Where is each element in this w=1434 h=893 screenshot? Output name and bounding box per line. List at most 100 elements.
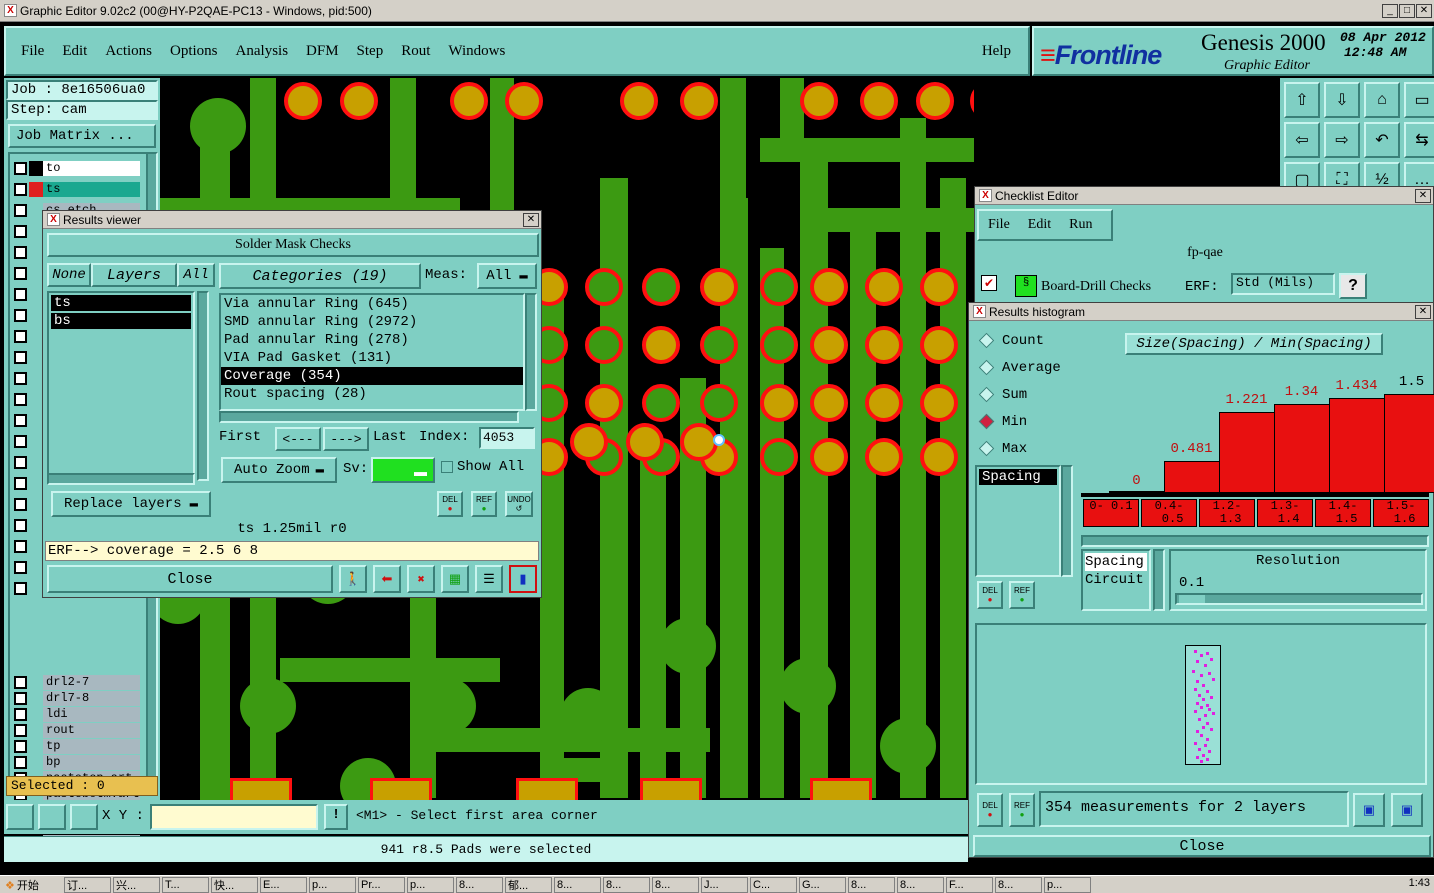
home-icon[interactable]: ⌂ xyxy=(1364,82,1400,118)
meas-dropdown[interactable]: All ▬ xyxy=(477,263,537,289)
index-input[interactable]: 4053 xyxy=(479,427,535,449)
notes-icon[interactable]: ☰ xyxy=(475,565,503,593)
layer-name[interactable]: drl2-7 xyxy=(43,674,140,690)
layer-checkbox[interactable] xyxy=(14,518,27,532)
layer-checkbox[interactable] xyxy=(14,224,27,238)
bottom-del-button[interactable]: DEL ● xyxy=(977,793,1003,827)
taskbar-item[interactable]: p... xyxy=(407,877,454,893)
menu-options[interactable]: Options xyxy=(161,43,227,60)
menu-help[interactable]: Help xyxy=(973,43,1020,60)
category-item[interactable]: Via annular Ring (645) xyxy=(221,295,523,313)
menu-step[interactable]: Step xyxy=(348,43,393,60)
last-button[interactable]: Last xyxy=(373,429,407,445)
move-right-icon[interactable]: ⇨ xyxy=(1324,122,1360,158)
layer-name[interactable]: to xyxy=(43,160,140,176)
option-min[interactable]: Min xyxy=(975,408,1077,435)
histogram-bar[interactable] xyxy=(1164,461,1220,493)
ref-delete-icon[interactable]: ✖ xyxy=(407,565,435,593)
taskbar-item[interactable]: E... xyxy=(260,877,307,893)
first-button[interactable]: First xyxy=(219,429,261,445)
chart-hscroll[interactable] xyxy=(1081,535,1429,547)
help-button[interactable]: ? xyxy=(1339,273,1367,299)
layer-row[interactable]: drl2-7 xyxy=(14,674,140,690)
layer-checkbox[interactable] xyxy=(14,287,27,301)
layer-checkbox[interactable] xyxy=(14,392,27,406)
resolution-slider[interactable] xyxy=(1175,593,1423,605)
layer-name[interactable]: bp xyxy=(43,754,140,770)
prev-button[interactable]: <--- xyxy=(275,427,321,451)
move-left-icon[interactable]: ⇦ xyxy=(1284,122,1320,158)
layer-name[interactable]: drl7-8 xyxy=(43,690,140,706)
layer-checkbox[interactable] xyxy=(14,161,27,175)
taskbar-item[interactable]: J... xyxy=(701,877,748,893)
taskbar-item[interactable]: 8... xyxy=(897,877,944,893)
del-button[interactable]: DEL ● xyxy=(437,491,463,517)
auto-zoom-dropdown[interactable]: Auto Zoom ▬ xyxy=(221,457,337,483)
snap-icon[interactable]: ▭ xyxy=(1404,82,1434,118)
minimize-button[interactable]: _ xyxy=(1382,4,1398,18)
menu-analysis[interactable]: Analysis xyxy=(227,43,298,60)
check-mark-icon[interactable]: ✔ xyxy=(981,275,997,291)
layer-row[interactable]: ldi xyxy=(14,706,140,722)
taskbar-item[interactable]: G... xyxy=(799,877,846,893)
start-button[interactable]: ❖ 开始 xyxy=(2,877,42,893)
none-button[interactable]: None xyxy=(47,263,91,287)
close-icon[interactable]: ✕ xyxy=(523,213,539,227)
show-all-checkbox[interactable] xyxy=(441,461,453,473)
category-hscroll[interactable] xyxy=(219,411,519,423)
close-window-button[interactable]: ✕ xyxy=(1416,4,1432,18)
category-item[interactable]: Rout spacing (28) xyxy=(221,385,523,403)
menu-edit[interactable]: Edit xyxy=(53,43,96,60)
taskbar-item[interactable]: 8... xyxy=(995,877,1042,893)
layer-checkbox[interactable] xyxy=(14,266,27,280)
layer-row[interactable]: to xyxy=(14,160,140,176)
layer-checkbox[interactable] xyxy=(14,329,27,343)
layer-results-hscroll[interactable] xyxy=(47,473,195,485)
report-icon[interactable]: ▦ xyxy=(441,565,469,593)
spacing-circuit-item[interactable]: Circuit xyxy=(1085,571,1147,589)
layer-checkbox[interactable] xyxy=(14,350,27,364)
option-max[interactable]: Max xyxy=(975,435,1077,462)
layer-checkbox[interactable] xyxy=(14,434,27,448)
taskbar-item[interactable]: F... xyxy=(946,877,993,893)
layer-checkbox[interactable] xyxy=(14,539,27,553)
menu-dfm[interactable]: DFM xyxy=(297,43,348,60)
option-count[interactable]: Count xyxy=(975,327,1077,354)
categories-button[interactable]: Categories (19) xyxy=(219,263,421,289)
category-item[interactable]: VIA Pad Gasket (131) xyxy=(221,349,523,367)
grid-tool-icon[interactable] xyxy=(70,804,98,830)
layer-checkbox[interactable] xyxy=(14,739,27,753)
xy-input[interactable] xyxy=(150,804,318,830)
layer-checkbox[interactable] xyxy=(14,723,27,737)
taskbar-item[interactable]: T... xyxy=(162,877,209,893)
menu-rout[interactable]: Rout xyxy=(392,43,439,60)
side-list-scrollbar[interactable] xyxy=(1061,465,1073,577)
ref-button[interactable]: REF ● xyxy=(471,491,497,517)
taskbar-item[interactable]: 兴... xyxy=(113,877,160,893)
taskbar-item[interactable]: C... xyxy=(750,877,797,893)
checklist-menu-file[interactable]: File xyxy=(979,217,1019,233)
next-button[interactable]: ---> xyxy=(323,427,369,451)
layer-checkbox[interactable] xyxy=(14,182,27,196)
taskbar-item[interactable]: 8... xyxy=(652,877,699,893)
export-icon[interactable]: ▣ xyxy=(1353,793,1385,827)
job-matrix-button[interactable]: Job Matrix ... xyxy=(8,124,156,148)
histogram-close-button[interactable]: Close xyxy=(973,835,1431,857)
erf-value[interactable]: Std (Mils) xyxy=(1231,273,1335,295)
checklist-menu-edit[interactable]: Edit xyxy=(1019,217,1060,233)
undo-button[interactable]: UNDO ↺ xyxy=(505,491,533,517)
layer-results-scrollbar[interactable] xyxy=(197,291,209,481)
layer-checkbox[interactable] xyxy=(14,476,27,490)
hist-ref-button[interactable]: REF ● xyxy=(1009,581,1035,609)
result-layer-item[interactable]: bs xyxy=(51,313,191,329)
split-icon[interactable]: ⇆ xyxy=(1404,122,1434,158)
category-list[interactable]: Via annular Ring (645) SMD annular Ring (… xyxy=(219,293,525,411)
slider-handle[interactable] xyxy=(1179,595,1205,603)
taskbar-item[interactable]: 郁... xyxy=(505,877,552,893)
layer-checkbox[interactable] xyxy=(14,560,27,574)
layer-checkbox[interactable] xyxy=(14,203,27,217)
layer-checkbox[interactable] xyxy=(14,455,27,469)
layer-row[interactable]: bp xyxy=(14,754,140,770)
layers-button[interactable]: Layers xyxy=(91,263,177,287)
import-icon[interactable]: ▣ xyxy=(1391,793,1423,827)
